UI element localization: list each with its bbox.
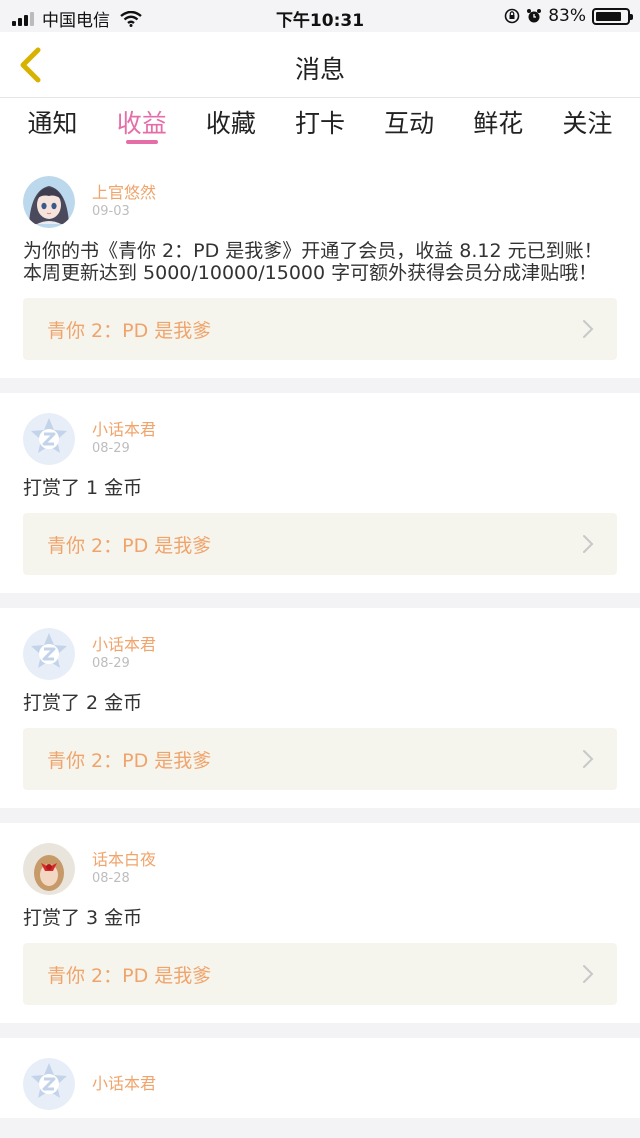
message-date: 08-29	[92, 656, 130, 671]
alarm-icon	[527, 9, 542, 23]
photo-avatar-icon	[23, 843, 75, 895]
tab-label: 通知	[27, 109, 78, 138]
username[interactable]: 上官悠然	[92, 183, 156, 203]
tab-label: 鲜花	[473, 109, 524, 138]
message-date: 08-29	[92, 441, 130, 456]
message-header: 小话本君 08-29	[23, 626, 617, 682]
tab-label: 关注	[562, 109, 613, 138]
tab-following[interactable]: 关注	[547, 98, 627, 156]
status-right: 83%	[504, 6, 633, 26]
message-card: 话本白夜 08-28 打赏了 3 金币 青你 2：PD 是我爹	[0, 823, 640, 1023]
message-header: 话本白夜 08-28	[23, 841, 617, 897]
message-meta: 小话本君	[92, 1074, 156, 1094]
battery-percent: 83%	[548, 6, 586, 26]
chevron-right-icon	[583, 965, 594, 983]
username[interactable]: 小话本君	[92, 1074, 156, 1094]
message-card: 上官悠然 09-03 为你的书《青你 2：PD 是我爹》开通了会员，收益 8.1…	[0, 156, 640, 378]
avatar[interactable]	[23, 1058, 75, 1110]
message-meta: 小话本君 08-29	[92, 635, 156, 673]
tab-bar: 通知 收益 收藏 打卡 互动 鲜花 关注	[0, 98, 640, 156]
page-title: 消息	[294, 55, 345, 84]
chevron-right-icon	[583, 750, 594, 768]
anime-girl-avatar-icon	[23, 176, 75, 228]
tab-notifications[interactable]: 通知	[13, 98, 93, 156]
username[interactable]: 小话本君	[92, 635, 156, 655]
orientation-lock-icon	[504, 8, 520, 24]
avatar[interactable]	[23, 176, 75, 228]
tab-label: 收藏	[205, 109, 256, 138]
status-bar: 中国电信 下午10:31 83%	[0, 0, 640, 32]
message-meta: 话本白夜 08-28	[92, 850, 156, 888]
message-text: 打赏了 1 金币	[23, 477, 143, 499]
message-card: 小话本君 08-29 打赏了 2 金币 青你 2：PD 是我爹	[0, 608, 640, 808]
username[interactable]: 小话本君	[92, 420, 156, 440]
message-header: 上官悠然 09-03	[23, 174, 617, 230]
message-date: 08-28	[92, 871, 130, 886]
message-date: 09-03	[92, 204, 130, 219]
message-card: 小话本君 08-29 打赏了 1 金币 青你 2：PD 是我爹	[0, 393, 640, 593]
chevron-right-icon	[583, 320, 594, 338]
book-title: 青你 2：PD 是我爹	[47, 749, 212, 772]
tab-earnings[interactable]: 收益	[102, 98, 182, 156]
tab-label: 互动	[384, 109, 435, 138]
book-link[interactable]: 青你 2：PD 是我爹	[23, 728, 617, 790]
book-link[interactable]: 青你 2：PD 是我爹	[23, 298, 617, 360]
message-text: 为你的书《青你 2：PD 是我爹》开通了会员，收益 8.12 元已到账！本周更新…	[23, 240, 603, 284]
message-feed: 上官悠然 09-03 为你的书《青你 2：PD 是我爹》开通了会员，收益 8.1…	[0, 156, 640, 1118]
tab-label: 收益	[116, 109, 167, 138]
avatar[interactable]	[23, 843, 75, 895]
message-meta: 上官悠然 09-03	[92, 183, 156, 221]
message-meta: 小话本君 08-29	[92, 420, 156, 458]
book-title: 青你 2：PD 是我爹	[47, 534, 212, 557]
tab-favorites[interactable]: 收藏	[191, 98, 271, 156]
book-title: 青你 2：PD 是我爹	[47, 964, 212, 987]
avatar[interactable]	[23, 413, 75, 465]
battery-icon	[592, 7, 633, 25]
avatar[interactable]	[23, 628, 75, 680]
nav-bar: 消息	[0, 32, 640, 98]
username[interactable]: 话本白夜	[92, 850, 156, 870]
book-link[interactable]: 青你 2：PD 是我爹	[23, 513, 617, 575]
message-text: 打赏了 3 金币	[23, 907, 143, 929]
book-title: 青你 2：PD 是我爹	[47, 319, 212, 342]
message-card: 小话本君	[0, 1038, 640, 1118]
tab-interactions[interactable]: 互动	[369, 98, 449, 156]
default-z-avatar-icon	[23, 628, 75, 680]
default-z-avatar-icon	[23, 413, 75, 465]
active-tab-indicator	[125, 140, 158, 144]
tab-flowers[interactable]: 鲜花	[458, 98, 538, 156]
default-z-avatar-icon	[23, 1058, 75, 1110]
chevron-right-icon	[583, 535, 594, 553]
battery-fill	[596, 11, 621, 21]
tab-checkin[interactable]: 打卡	[280, 98, 360, 156]
book-link[interactable]: 青你 2：PD 是我爹	[23, 943, 617, 1005]
message-text: 打赏了 2 金币	[23, 692, 143, 714]
message-header: 小话本君	[23, 1056, 617, 1112]
tab-label: 打卡	[294, 109, 345, 138]
message-header: 小话本君 08-29	[23, 411, 617, 467]
